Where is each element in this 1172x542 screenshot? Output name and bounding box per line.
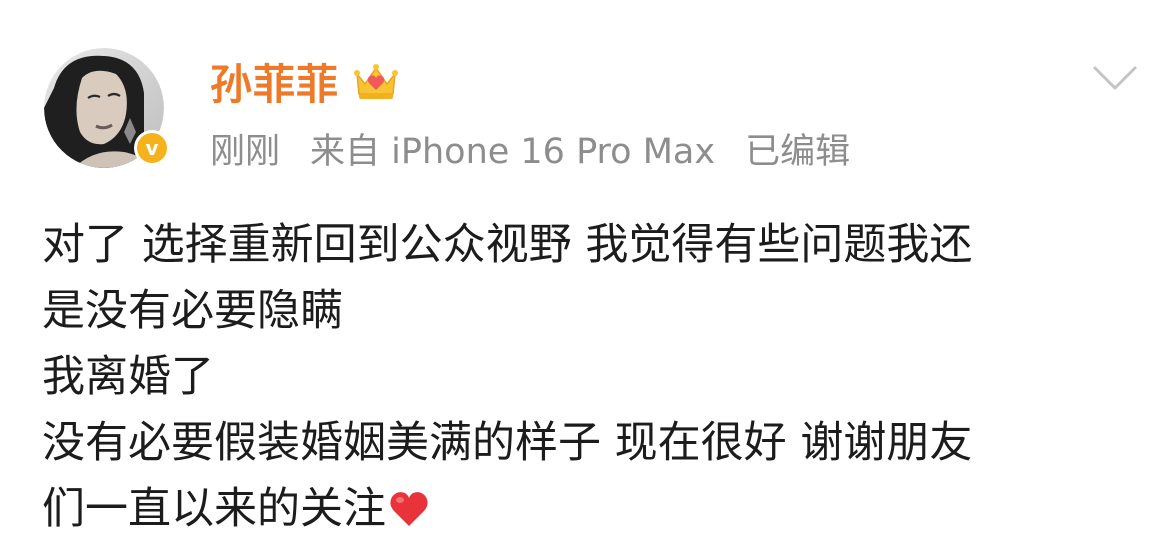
username[interactable]: 孙菲菲	[210, 51, 339, 112]
avatar[interactable]: v	[44, 48, 170, 168]
content-line-last: 们一直以来的关注	[42, 476, 1152, 542]
username-row: 孙菲菲	[210, 56, 399, 109]
edited-label[interactable]: 已编辑	[745, 123, 850, 174]
post-time: 刚刚	[210, 131, 281, 172]
chevron-down-icon[interactable]	[1092, 60, 1138, 96]
heart-icon	[390, 492, 428, 526]
content-line: 是没有必要隐瞒	[42, 286, 343, 336]
content-line: 对了 选择重新回到公众视野 我觉得有些问题我还	[42, 220, 973, 270]
content-line: 没有必要假装婚姻美满的样子 现在很好 谢谢朋友	[42, 418, 973, 468]
post-content: 对了 选择重新回到公众视野 我觉得有些问题我还 是没有必要隐瞒 我离婚了 没有必…	[42, 212, 1152, 542]
crown-badge-icon[interactable]	[353, 60, 399, 102]
verified-badge-icon: v	[137, 133, 167, 163]
content-line: 我离婚了	[42, 352, 214, 402]
post-source: 来自 iPhone 16 Pro Max	[310, 131, 716, 172]
post-meta: 刚刚 来自 iPhone 16 Pro Max 已编辑	[210, 126, 850, 172]
content-line-text: 们一直以来的关注	[42, 484, 386, 534]
verified-badge: v	[134, 130, 170, 166]
weibo-post: v 孙菲菲 刚刚 来自 iPhone 16 Pro Max 已编辑 对了 选择重…	[0, 0, 1172, 534]
